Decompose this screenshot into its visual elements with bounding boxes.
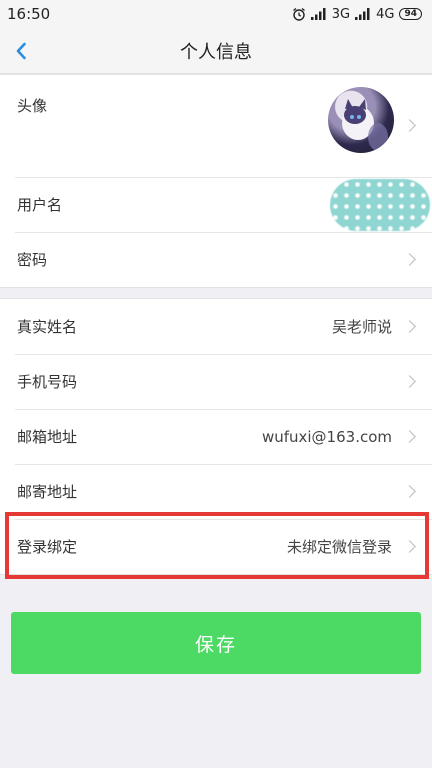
network-3g-label: 3G xyxy=(331,6,351,22)
chevron-right-icon xyxy=(403,252,416,266)
cat-avatar-image xyxy=(342,99,388,151)
avatar-row[interactable]: 头像 xyxy=(0,75,432,177)
realname-row[interactable]: 真实姓名 吴老师说 xyxy=(0,299,432,354)
network-4g-label: 4G xyxy=(376,6,395,22)
back-chevron-icon[interactable] xyxy=(10,39,34,63)
mailing-address-label: 邮寄地址 xyxy=(17,483,78,501)
chevron-right-icon xyxy=(403,119,416,132)
email-label: 邮箱地址 xyxy=(17,428,78,446)
nav-bar: 个人信息 xyxy=(0,28,432,74)
realname-label: 真实姓名 xyxy=(17,318,78,336)
chevron-right-icon xyxy=(403,429,416,443)
password-label: 密码 xyxy=(17,251,48,269)
username-redaction xyxy=(330,178,430,231)
mailing-address-row[interactable]: 邮寄地址 xyxy=(0,464,432,519)
signal-hd-icon xyxy=(355,8,370,20)
chevron-right-icon xyxy=(403,484,416,498)
chevron-right-icon xyxy=(403,319,416,333)
status-icons: 3G 4G 94 xyxy=(292,7,422,22)
signal-icon xyxy=(310,8,326,20)
status-bar: 16:50 3G 4G 94 xyxy=(0,0,432,28)
highlight-annotation xyxy=(5,512,429,579)
realname-value: 吴老师说 xyxy=(331,318,392,336)
email-value: wufuxi@163.com xyxy=(261,427,392,446)
username-row[interactable]: 用户名 xyxy=(0,177,432,232)
alarm-icon xyxy=(292,7,305,21)
battery-icon: 94 xyxy=(399,8,422,20)
password-row[interactable]: 密码 xyxy=(0,232,432,287)
chevron-right-icon xyxy=(403,374,416,388)
account-group: 头像 用户名 密码 xyxy=(0,74,432,288)
phone-label: 手机号码 xyxy=(17,373,78,391)
avatar xyxy=(328,87,394,153)
page-title: 个人信息 xyxy=(180,41,252,63)
phone-row[interactable]: 手机号码 xyxy=(0,354,432,409)
save-button[interactable]: 保存 xyxy=(11,612,421,674)
status-time: 16:50 xyxy=(7,5,51,23)
email-row[interactable]: 邮箱地址 wufuxi@163.com xyxy=(0,409,432,464)
